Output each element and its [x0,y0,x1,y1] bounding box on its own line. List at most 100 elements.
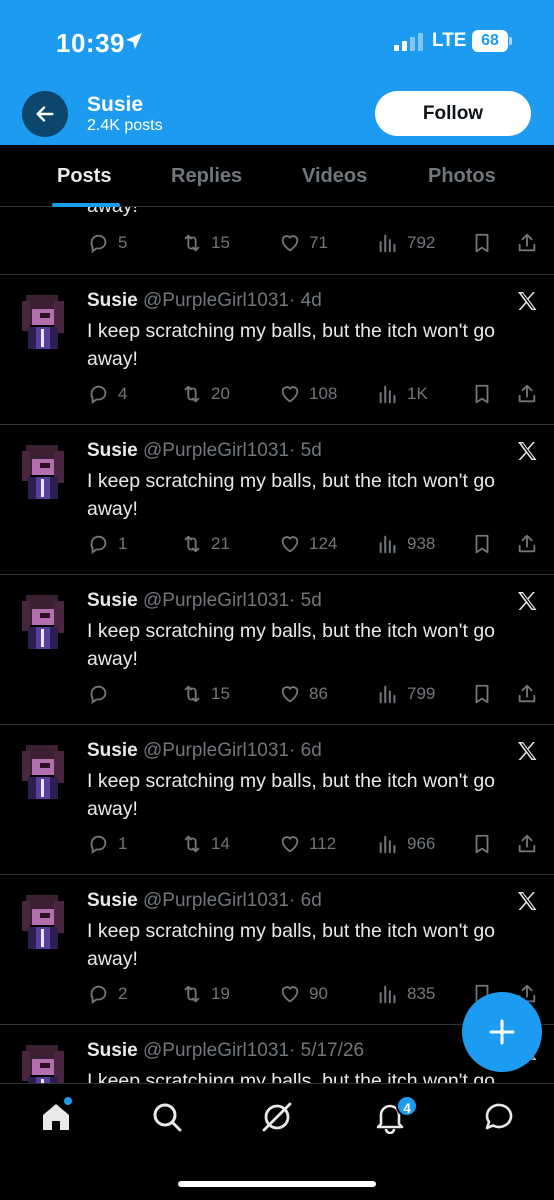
repost-icon [184,685,200,703]
like-action[interactable]: 90 [279,983,328,1005]
tweet-text: away! [87,207,138,218]
author-name[interactable]: Susie [87,890,138,911]
tweet-time: · 6d [289,890,322,911]
author-name[interactable]: Susie [87,740,138,761]
avatar[interactable] [18,443,68,499]
views-action[interactable]: 792 [377,232,435,254]
share-icon [518,684,536,703]
tab-videos[interactable]: Videos [302,165,367,188]
follow-button[interactable]: Follow [375,91,531,136]
author-name[interactable]: Susie [87,1040,138,1061]
author-name[interactable]: Susie [87,440,138,461]
reply-action[interactable]: 4 [88,383,127,405]
like-action[interactable]: 108 [279,383,337,405]
author-handle[interactable]: @PurpleGirl1031 [143,1040,289,1061]
reply-icon [90,535,107,555]
views-action[interactable]: 799 [377,683,435,705]
tweet-actions: 4 20 108 1K [0,383,554,413]
tab-replies[interactable]: Replies [171,165,242,188]
bookmark-action[interactable] [471,533,493,555]
tweet-header: Susie @PurpleGirl1031· 5d [87,590,322,612]
arrow-left-icon [36,106,54,122]
views-action[interactable]: 966 [377,833,435,855]
avatar[interactable] [18,893,68,949]
repost-icon [184,985,200,1003]
repost-action[interactable]: 15 [181,683,230,705]
like-action[interactable]: 86 [279,683,328,705]
author-handle[interactable]: @PurpleGirl1031 [143,290,289,311]
repost-action[interactable]: 21 [181,533,230,555]
bookmark-action[interactable] [471,833,493,855]
view-count: 938 [407,534,436,553]
avatar[interactable] [18,593,68,649]
tab-photos[interactable]: Photos [428,165,496,188]
repost-action[interactable]: 15 [181,232,230,254]
like-count: 86 [309,684,328,703]
tweet-text: I keep scratching my balls, but the itch… [87,1070,496,1083]
tweet-actions: 15 86 799 [0,683,554,713]
author-name[interactable]: Susie [87,590,138,611]
author-handle[interactable]: @PurpleGirl1031 [143,440,289,461]
messages-icon[interactable] [482,1100,516,1134]
author-name[interactable]: Susie [87,290,138,311]
repost-count: 20 [211,384,230,403]
compose-button[interactable] [462,992,542,1072]
like-action[interactable]: 71 [279,232,328,254]
back-button[interactable] [22,91,68,137]
tweet[interactable]: Susie @PurpleGirl1031· 5d I keep scratch… [0,575,554,725]
like-action[interactable]: 112 [279,833,336,855]
grok-icon[interactable] [260,1100,294,1134]
repost-action[interactable]: 20 [181,383,230,405]
share-action[interactable] [516,232,538,254]
reply-icon [90,985,107,1005]
like-count: 71 [309,233,328,252]
avatar[interactable] [18,1043,68,1083]
reply-icon [90,234,107,254]
home-indicator [178,1181,376,1187]
bookmark-action[interactable] [471,383,493,405]
share-icon [518,233,536,252]
repost-count: 14 [211,834,230,853]
bookmark-action[interactable] [471,232,493,254]
reply-action[interactable]: 1 [88,533,127,555]
repost-icon [184,385,200,403]
like-count: 90 [309,984,328,1003]
views-action[interactable]: 835 [377,983,435,1005]
bookmark-action[interactable] [471,683,493,705]
views-chart-icon [379,985,396,1004]
repost-action[interactable]: 14 [181,833,230,855]
author-handle[interactable]: @PurpleGirl1031 [143,590,289,611]
tab-posts[interactable]: Posts [57,165,111,188]
reply-action[interactable]: 1 [88,833,127,855]
posts-feed: away! 5 15 71 792 [0,207,554,1083]
view-count: 966 [407,834,436,853]
tweet[interactable]: Susie @PurpleGirl1031· 4d I keep scratch… [0,275,554,425]
reply-action[interactable]: 5 [88,232,127,254]
views-action[interactable]: 938 [377,533,435,555]
like-action[interactable]: 124 [279,533,337,555]
author-handle[interactable]: @PurpleGirl1031 [143,740,289,761]
tweet[interactable]: Susie @PurpleGirl1031· 6d I keep scratch… [0,725,554,875]
tweet-partial[interactable]: away! 5 15 71 792 [0,207,554,275]
network-type: LTE [432,30,467,51]
reply-action[interactable] [88,683,118,705]
home-icon[interactable] [39,1100,73,1134]
reply-icon [90,835,107,855]
tweet[interactable]: Susie @PurpleGirl1031· 5d I keep scratch… [0,425,554,575]
share-icon [518,534,536,553]
share-action[interactable] [516,833,538,855]
share-action[interactable] [516,383,538,405]
author-handle[interactable]: @PurpleGirl1031 [143,890,289,911]
avatar[interactable] [18,743,68,799]
share-action[interactable] [516,683,538,705]
avatar[interactable] [18,293,68,349]
reply-action[interactable]: 2 [88,983,127,1005]
view-count: 792 [407,233,436,252]
tweet[interactable]: Susie @PurpleGirl1031· 6d I keep scratch… [0,875,554,1025]
heart-icon [281,235,299,252]
search-icon[interactable] [150,1100,184,1134]
views-action[interactable]: 1K [377,383,428,405]
repost-action[interactable]: 19 [181,983,230,1005]
views-chart-icon [379,835,396,854]
share-action[interactable] [516,533,538,555]
